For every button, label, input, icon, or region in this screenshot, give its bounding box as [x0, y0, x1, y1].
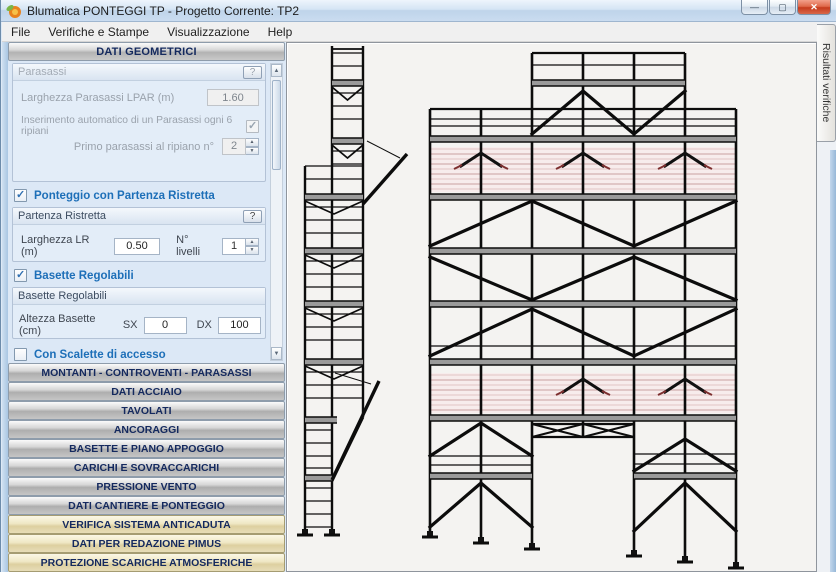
n-livelli-label: N° livelli — [176, 234, 214, 258]
altezza-dx-input[interactable]: 100 — [218, 317, 261, 334]
dati-geometrici-content: Parasassi ? Larghezza Parasassi LPAR (m)… — [8, 61, 285, 363]
parasassi-caption: Parasassi ? — [13, 64, 265, 81]
dx-label: DX — [197, 319, 212, 331]
larghezza-lr-label: Larghezza LR (m) — [21, 234, 106, 258]
n-livelli-spinner[interactable]: 1 ▲▼ — [222, 238, 259, 255]
partenza-ristretta-group: Partenza Ristretta ? Larghezza LR (m) 0.… — [12, 207, 266, 262]
partenza-ristretta-caption-label: Partenza Ristretta — [18, 210, 106, 222]
partenza-ristretta-checkbox[interactable] — [14, 189, 27, 202]
menu-verifiche-e-stampe[interactable]: Verifiche e Stampe — [39, 23, 158, 41]
accordion-dati-acciaio[interactable]: DATI ACCIAIO — [8, 382, 285, 401]
parameters-panel: DATI GEOMETRICI Parasassi ? Larghezza Pa… — [8, 42, 285, 572]
scrollbar-thumb[interactable] — [272, 80, 281, 170]
right-dock-strip: Risultati verifiche — [817, 22, 836, 572]
altezza-sx-input[interactable]: 0 — [144, 317, 187, 334]
basette-regolabili-caption-label: Basette Regolabili — [18, 290, 107, 302]
primo-parasassi-spinner[interactable]: 2 ▲▼ — [222, 138, 259, 155]
menu-help[interactable]: Help — [259, 23, 302, 41]
menu-bar: File Verifiche e Stampe Visualizzazione … — [2, 22, 817, 42]
spin-down-icon[interactable]: ▼ — [246, 246, 259, 255]
larghezza-parasassi-label: Larghezza Parasassi LPAR (m) — [21, 92, 174, 104]
panel-scrollbar[interactable]: ▲ ▼ — [270, 63, 283, 361]
accordion-dati-per-redazione-pimus[interactable]: DATI PER REDAZIONE PIMUS — [8, 534, 285, 553]
accordion-dati-geometrici[interactable]: DATI GEOMETRICI — [8, 42, 285, 61]
parasassi-help-button[interactable]: ? — [243, 66, 262, 79]
scaffold-drawing-canvas[interactable] — [286, 42, 817, 572]
spin-up-icon[interactable]: ▲ — [246, 238, 259, 247]
spin-down-icon[interactable]: ▼ — [246, 147, 259, 156]
sx-label: SX — [123, 319, 138, 331]
scroll-up-icon[interactable]: ▲ — [271, 64, 282, 77]
altezza-basette-label: Altezza Basette (cm) — [19, 313, 114, 337]
parasassi-caption-label: Parasassi — [18, 66, 66, 78]
larghezza-parasassi-input[interactable]: 1.60 — [207, 89, 259, 106]
accordion-montanti-controventi-parasassi[interactable]: MONTANTI - CONTROVENTI - PARASASSI — [8, 363, 285, 382]
accordion-verifica-sistema-anticaduta[interactable]: VERIFICA SISTEMA ANTICADUTA — [8, 515, 285, 534]
accordion-dati-cantiere-e-ponteggio[interactable]: DATI CANTIERE E PONTEGGIO — [8, 496, 285, 515]
larghezza-lr-input[interactable]: 0.50 — [114, 238, 160, 255]
accordion-pressione-vento[interactable]: PRESSIONE VENTO — [8, 477, 285, 496]
basette-regolabili-group: Basette Regolabili Altezza Basette (cm) … — [12, 287, 266, 339]
close-button[interactable]: ✕ — [797, 0, 831, 15]
partenza-ristretta-caption: Partenza Ristretta ? — [13, 208, 265, 225]
app-icon — [6, 3, 22, 19]
partenza-ristretta-checkbox-label: Ponteggio con Partenza Ristretta — [34, 190, 215, 202]
partenza-ristretta-help-button[interactable]: ? — [243, 210, 262, 223]
accordion-tavolati[interactable]: TAVOLATI — [8, 401, 285, 420]
inserimento-auto-checkbox[interactable] — [246, 120, 259, 133]
tab-risultati-verifiche[interactable]: Risultati verifiche — [817, 24, 836, 142]
inserimento-auto-label: Inserimento automatico di un Parasassi o… — [21, 115, 241, 137]
window-right-border — [830, 150, 836, 572]
scroll-down-icon[interactable]: ▼ — [271, 347, 282, 360]
scaffold-drawing — [287, 43, 816, 571]
parasassi-group: Parasassi ? Larghezza Parasassi LPAR (m)… — [12, 63, 266, 182]
minimize-button[interactable]: — — [741, 0, 768, 15]
accordion-stack: MONTANTI - CONTROVENTI - PARASASSI DATI … — [8, 363, 285, 572]
scalette-accesso-checkbox-label: Con Scalette di accesso — [34, 349, 166, 361]
spin-up-icon[interactable]: ▲ — [246, 138, 259, 147]
basette-regolabili-caption: Basette Regolabili — [13, 288, 265, 305]
primo-parasassi-label: Primo parasassi al ripiano n° — [74, 141, 214, 153]
accordion-carichi-e-sovraccarichi[interactable]: CARICHI E SOVRACCARICHI — [8, 458, 285, 477]
title-bar: Blumatica PONTEGGI TP - Progetto Corrent… — [1, 0, 836, 22]
menu-visualizzazione[interactable]: Visualizzazione — [158, 23, 259, 41]
maximize-button[interactable]: ▢ — [769, 0, 796, 15]
app-window: Blumatica PONTEGGI TP - Progetto Corrent… — [0, 0, 836, 572]
scalette-accesso-checkbox[interactable] — [14, 348, 27, 361]
basette-regolabili-checkbox-label: Basette Regolabili — [34, 270, 134, 282]
window-title: Blumatica PONTEGGI TP - Progetto Corrent… — [27, 4, 299, 18]
accordion-ancoraggi[interactable]: ANCORAGGI — [8, 420, 285, 439]
accordion-basette-e-piano-appoggio[interactable]: BASETTE E PIANO APPOGGIO — [8, 439, 285, 458]
basette-regolabili-checkbox[interactable] — [14, 269, 27, 282]
accordion-protezione-scariche-atmosferiche[interactable]: PROTEZIONE SCARICHE ATMOSFERICHE — [8, 553, 285, 572]
menu-file[interactable]: File — [2, 23, 39, 41]
